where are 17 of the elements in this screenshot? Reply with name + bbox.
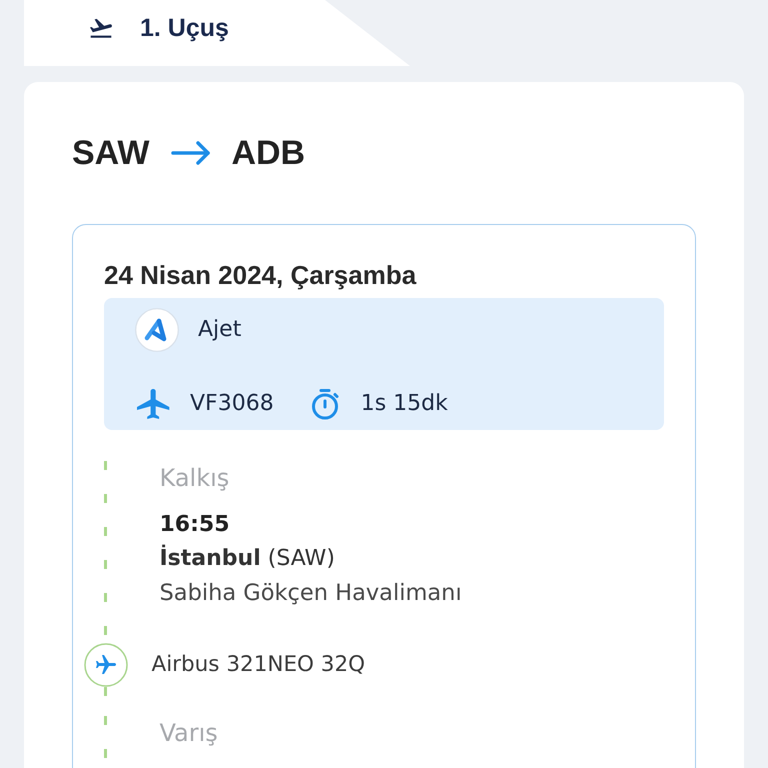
flight-date: 24 Nisan 2024, Çarşamba xyxy=(104,259,418,292)
aircraft-model: Airbus 321NEO 32Q xyxy=(152,652,366,677)
stop-time: 16:55 xyxy=(160,511,231,539)
flight-duration: 1s 15dk xyxy=(360,390,448,418)
flight-number: VF3068 xyxy=(190,390,274,418)
airplane-icon xyxy=(137,389,171,419)
stop-city: İstanbul (SAW) xyxy=(160,544,336,573)
airline-logo-icon xyxy=(135,308,179,352)
flight-tab[interactable]: 1. Uçuş xyxy=(24,0,410,66)
arrow-right-icon xyxy=(171,141,212,165)
airline-name: Ajet xyxy=(198,316,242,344)
origin-code: SAW xyxy=(72,133,150,173)
stop-label: Kalkış xyxy=(160,463,230,494)
stop-label: Varış xyxy=(160,718,218,749)
airplane-circle-icon xyxy=(84,643,128,687)
destination-code: ADB xyxy=(231,133,306,173)
stop-airport: Sabiha Gökçen Havalimanı xyxy=(160,579,462,608)
